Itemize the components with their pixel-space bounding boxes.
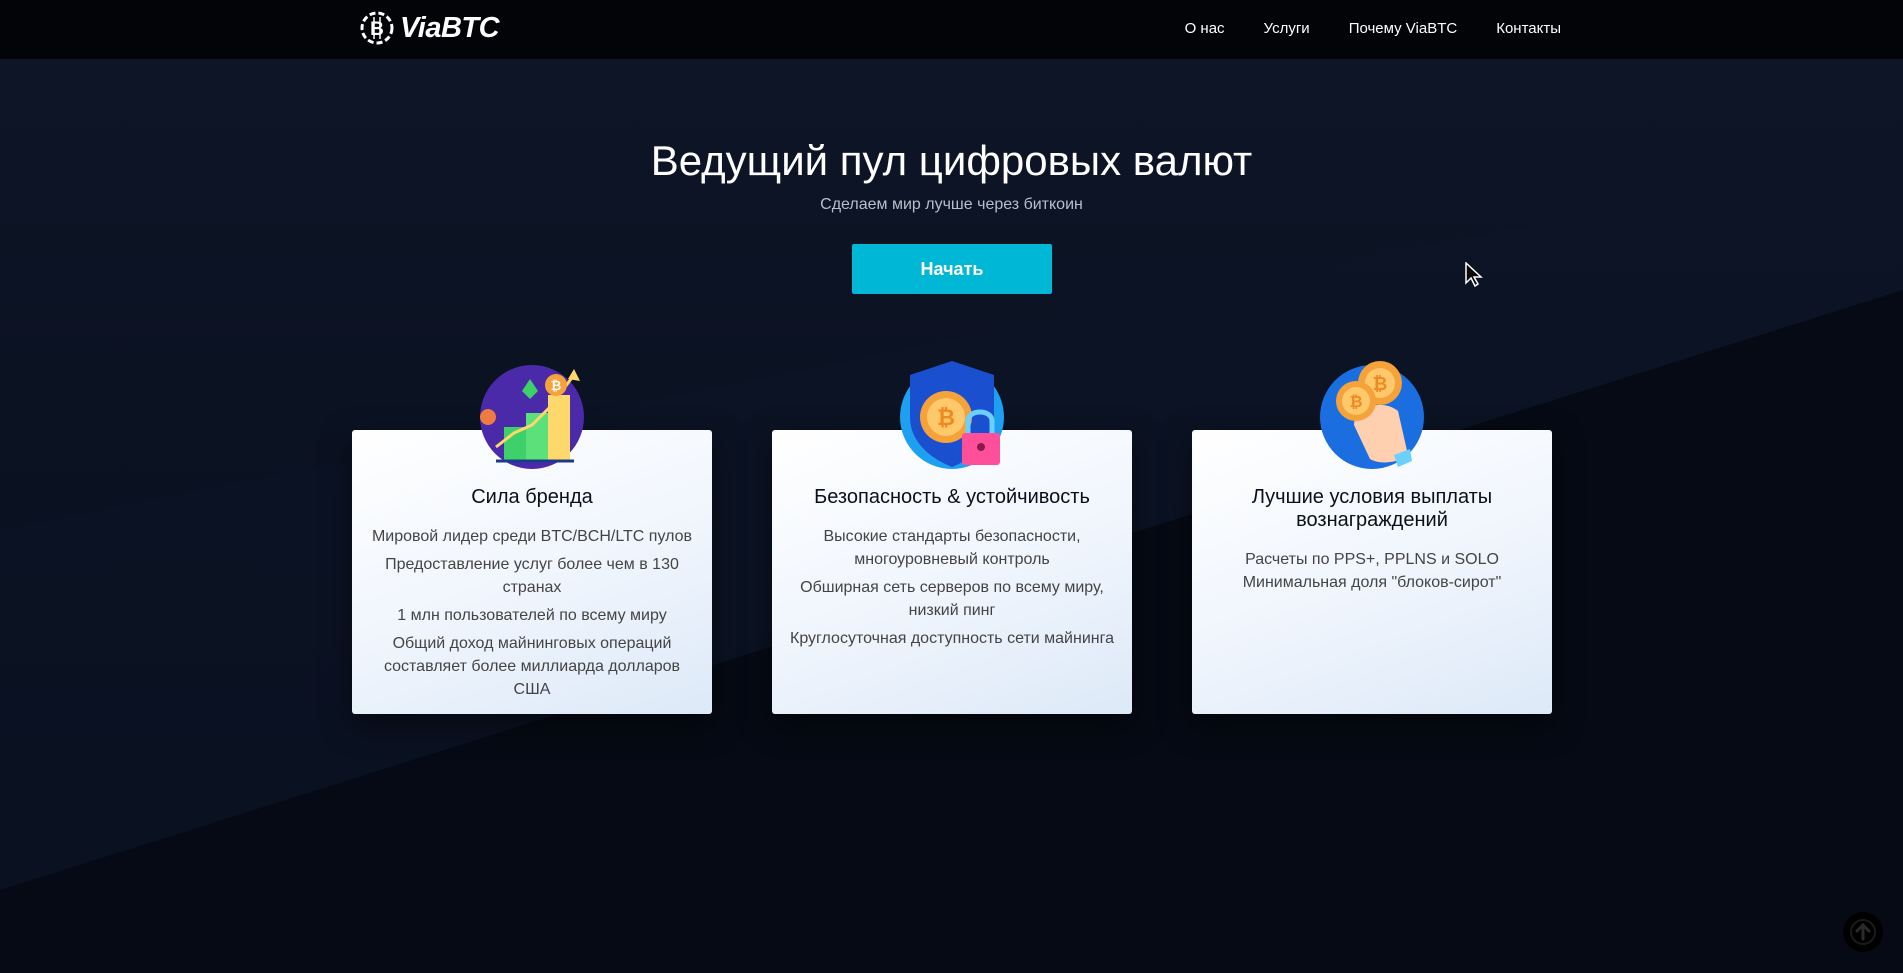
hero-subtitle: Сделаем мир лучше через биткоин bbox=[820, 196, 1083, 213]
card-line: Круглосуточная доступность сети майнинга bbox=[790, 630, 1114, 647]
arrow-up-icon bbox=[1850, 919, 1876, 945]
nav-links: О нас Услуги Почему ViaBTC Контакты bbox=[1185, 20, 1561, 37]
card-line: Мировой лидер среди BTC/BCH/LTC пулов bbox=[371, 528, 693, 545]
bitcoin-gear-icon: B bbox=[360, 11, 394, 45]
coins-hand-icon: ₿ ₿ bbox=[1320, 361, 1424, 469]
card-line: Обширная сеть серверов по всему миру, ни… bbox=[800, 579, 1104, 619]
logo[interactable]: B ViaBTC bbox=[358, 9, 500, 47]
top-navbar: B ViaBTC О нас Услуги Почему ViaBTC Конт… bbox=[0, 0, 1903, 59]
card-line: Общий доход майнинговых операций составл… bbox=[383, 635, 681, 698]
nav-link-contacts[interactable]: Контакты bbox=[1496, 20, 1561, 37]
card-title: Безопасность & устойчивость bbox=[814, 486, 1090, 508]
card-line: Расчеты по PPS+, PPLNS и SOLO bbox=[1245, 551, 1499, 568]
growth-chart-icon: ₿ bbox=[480, 365, 584, 469]
card-lines: Расчеты по PPS+, PPLNS и SOLO Минимальна… bbox=[1192, 548, 1552, 594]
svg-text:₿: ₿ bbox=[1373, 374, 1388, 394]
nav-link-why-viabtc[interactable]: Почему ViaBTC bbox=[1349, 20, 1458, 37]
card-line: 1 млн пользователей по всему миру bbox=[397, 607, 667, 624]
shield-lock-icon: ₿ bbox=[900, 361, 1004, 469]
svg-text:₿: ₿ bbox=[1349, 393, 1362, 411]
feature-card-security: Безопасность & устойчивость Высокие стан… bbox=[772, 430, 1132, 714]
nav-link-services[interactable]: Услуги bbox=[1264, 20, 1310, 37]
svg-text:B: B bbox=[370, 19, 384, 40]
card-title: Сила бренда bbox=[471, 486, 593, 508]
card-lines: Высокие стандарты безопасности, многоуро… bbox=[772, 525, 1132, 650]
card-line: Высокие стандарты безопасности, многоуро… bbox=[823, 528, 1081, 568]
back-to-top-button[interactable] bbox=[1843, 912, 1883, 952]
start-button[interactable]: Начать bbox=[852, 244, 1052, 294]
nav-link-about[interactable]: О нас bbox=[1185, 20, 1225, 37]
card-line: Минимальная доля "блоков-сирот" bbox=[1242, 574, 1502, 591]
card-lines: Мировой лидер среди BTC/BCH/LTC пулов Пр… bbox=[352, 525, 712, 701]
card-line: Предоставление услуг более чем в 130 стр… bbox=[385, 556, 679, 596]
svg-text:₿: ₿ bbox=[937, 405, 955, 430]
feature-card-payouts: Лучшие условия выплаты вознаграждений Ра… bbox=[1192, 430, 1552, 714]
logo-text: ViaBTC bbox=[400, 11, 500, 44]
svg-text:₿: ₿ bbox=[551, 378, 562, 393]
hero-title: Ведущий пул цифровых валют bbox=[650, 137, 1253, 184]
card-title: Лучшие условия выплаты вознаграждений bbox=[1251, 486, 1493, 531]
mouse-cursor-icon bbox=[1465, 262, 1483, 288]
feature-card-brand: Сила бренда Мировой лидер среди BTC/BCH/… bbox=[352, 430, 712, 714]
